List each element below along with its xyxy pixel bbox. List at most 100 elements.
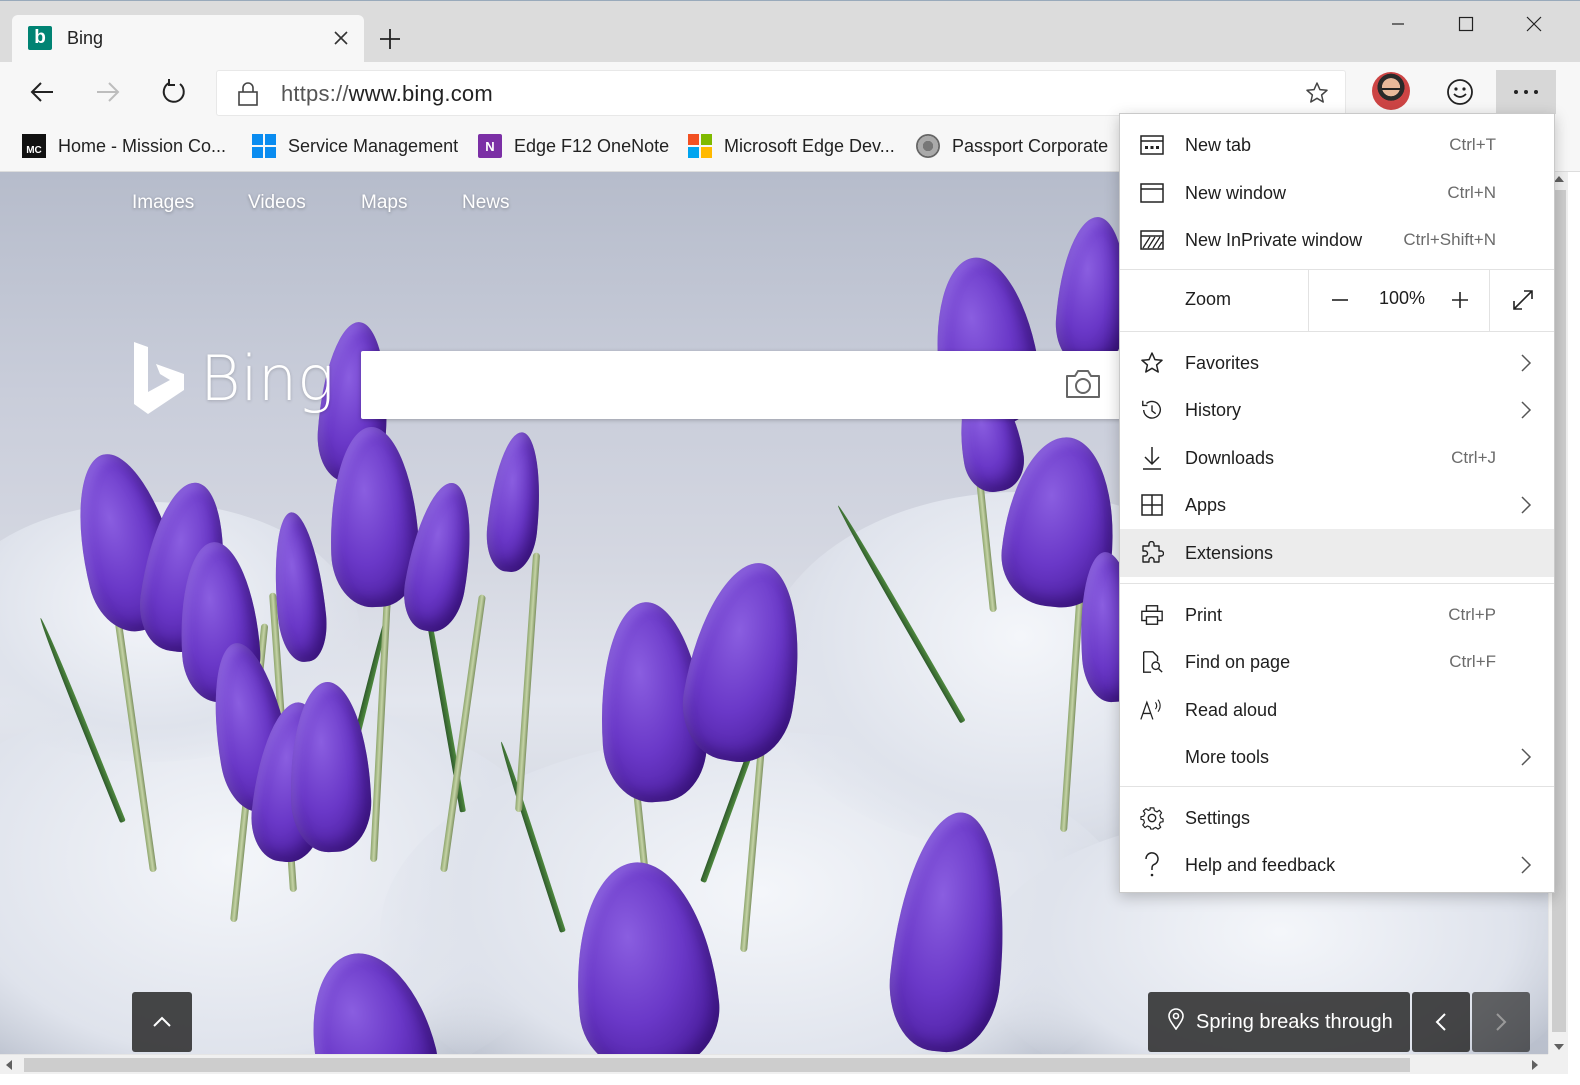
menu-item-read-aloud[interactable]: Read aloud xyxy=(1120,686,1554,734)
menu-item-history[interactable]: History xyxy=(1120,386,1554,434)
image-caption[interactable]: Spring breaks through xyxy=(1148,992,1410,1052)
add-favorite-star-icon[interactable] xyxy=(1305,81,1329,110)
url-text[interactable]: https://www.bing.com xyxy=(281,81,493,107)
close-icon[interactable] xyxy=(1500,3,1568,45)
tab-bing[interactable]: b Bing xyxy=(12,15,364,63)
favorite-link[interactable]: MC Home - Mission Co... xyxy=(22,132,226,160)
new-tab-button[interactable] xyxy=(372,21,408,57)
inprivate-icon xyxy=(1140,228,1164,252)
zoom-controls: Zoom 100% xyxy=(1120,269,1554,331)
favorite-link[interactable]: Service Management xyxy=(252,132,458,160)
settings-and-more-button[interactable] xyxy=(1496,70,1556,114)
bing-logo-text: Bing xyxy=(200,341,335,415)
menu-item-label: Print xyxy=(1185,605,1223,625)
chevron-right-icon xyxy=(1520,495,1532,520)
minimize-icon[interactable] xyxy=(1364,3,1432,45)
nav-images-link[interactable]: Images xyxy=(132,192,194,214)
favorite-link[interactable]: N Edge F12 OneNote xyxy=(478,132,669,160)
menu-separator xyxy=(1120,786,1554,787)
nav-videos-link[interactable]: Videos xyxy=(248,192,306,214)
lock-icon[interactable] xyxy=(237,82,259,111)
puzzle-icon xyxy=(1140,541,1164,565)
menu-item-shortcut: Ctrl+P xyxy=(1448,605,1496,624)
zoom-level: 100% xyxy=(1378,288,1426,308)
url-host: www.bing.com xyxy=(348,81,493,106)
menu-item-more-tools[interactable]: More tools xyxy=(1120,733,1554,781)
camera-search-icon[interactable] xyxy=(1063,367,1103,406)
scroll-up-chevron-icon[interactable] xyxy=(132,992,192,1052)
feedback-smiley-icon[interactable] xyxy=(1440,72,1480,112)
url-scheme: https:// xyxy=(281,81,349,106)
menu-item-help-and-feedback[interactable]: Help and feedback xyxy=(1120,841,1554,889)
fullscreen-expand-icon[interactable] xyxy=(1508,285,1538,315)
menu-item-label: Read aloud xyxy=(1185,700,1278,720)
favorite-link[interactable]: Microsoft Edge Dev... xyxy=(688,132,895,160)
back-arrow-icon[interactable] xyxy=(20,70,64,114)
horizontal-scroll-thumb[interactable] xyxy=(24,1058,1410,1072)
menu-item-label: History xyxy=(1185,400,1242,420)
onenote-icon: N xyxy=(478,134,502,158)
chevron-right-icon xyxy=(1520,747,1532,772)
favorite-link[interactable]: Passport Corporate xyxy=(916,132,1108,160)
tab-close-icon[interactable] xyxy=(328,25,354,51)
forward-arrow-icon[interactable] xyxy=(86,70,130,114)
menu-item-print[interactable]: Print Ctrl+P xyxy=(1120,591,1554,639)
menu-item-label: Extensions xyxy=(1185,543,1274,563)
chevron-right-icon xyxy=(1520,400,1532,425)
menu-item-shortcut: Ctrl+F xyxy=(1449,652,1496,671)
menu-item-shortcut: Ctrl+T xyxy=(1449,135,1496,154)
scroll-down-arrow-icon[interactable] xyxy=(1554,1044,1564,1050)
favorite-label: Microsoft Edge Dev... xyxy=(724,135,895,156)
tab-title: Bing xyxy=(67,28,104,48)
zoom-label: Zoom xyxy=(1185,289,1232,309)
help-icon xyxy=(1140,852,1164,877)
new-window-icon xyxy=(1140,181,1164,205)
scroll-right-arrow-icon[interactable] xyxy=(1532,1060,1538,1070)
bing-logo[interactable]: Bing xyxy=(130,340,334,416)
star-icon xyxy=(1140,351,1164,375)
download-icon xyxy=(1140,446,1164,470)
window-bottom-edge xyxy=(0,1074,1580,1085)
menu-item-shortcut: Ctrl+N xyxy=(1447,183,1496,202)
zoom-in-plus-icon[interactable] xyxy=(1445,285,1475,315)
menu-item-downloads[interactable]: Downloads Ctrl+J xyxy=(1120,434,1554,482)
menu-separator xyxy=(1120,331,1554,332)
menu-item-new-inprivate-window[interactable]: New InPrivate window Ctrl+Shift+N xyxy=(1120,216,1554,264)
menu-item-find-on-page[interactable]: Find on page Ctrl+F xyxy=(1120,638,1554,686)
new-tab-icon xyxy=(1140,133,1164,157)
menu-item-extensions[interactable]: Extensions xyxy=(1120,529,1554,577)
menu-item-new-tab[interactable]: New tab Ctrl+T xyxy=(1120,121,1554,169)
menu-item-label: Settings xyxy=(1185,808,1251,828)
history-icon xyxy=(1140,398,1164,422)
menu-item-shortcut: Ctrl+J xyxy=(1451,448,1496,467)
menu-item-label: More tools xyxy=(1185,747,1270,767)
chevron-right-icon xyxy=(1520,353,1532,378)
settings-and-more-menu: New tab Ctrl+T New window Ctrl+N New InP… xyxy=(1119,113,1555,893)
scroll-up-arrow-icon[interactable] xyxy=(1554,176,1564,182)
profile-avatar[interactable] xyxy=(1372,72,1410,110)
nav-maps-link[interactable]: Maps xyxy=(361,192,407,214)
next-image-chevron-icon[interactable] xyxy=(1472,992,1530,1052)
chevron-right-icon xyxy=(1520,855,1532,880)
favorite-label: Service Management xyxy=(288,135,459,156)
mission-control-icon: MC xyxy=(22,134,46,158)
bing-b-icon xyxy=(134,342,184,414)
nav-news-link[interactable]: News xyxy=(462,192,510,214)
refresh-icon[interactable] xyxy=(152,70,196,114)
zoom-out-minus-icon[interactable] xyxy=(1325,285,1355,315)
maximize-icon[interactable] xyxy=(1432,3,1500,45)
menu-separator xyxy=(1120,583,1554,584)
horizontal-scrollbar[interactable] xyxy=(0,1054,1548,1074)
address-bar[interactable]: https://www.bing.com xyxy=(216,70,1346,116)
scroll-left-arrow-icon[interactable] xyxy=(6,1060,12,1070)
menu-item-favorites[interactable]: Favorites xyxy=(1120,339,1554,387)
zoom-divider xyxy=(1489,269,1490,331)
menu-item-new-window[interactable]: New window Ctrl+N xyxy=(1120,169,1554,217)
zoom-divider xyxy=(1308,269,1309,331)
previous-image-chevron-icon[interactable] xyxy=(1412,992,1470,1052)
find-icon xyxy=(1140,650,1164,674)
gear-icon xyxy=(1140,806,1164,830)
menu-item-apps[interactable]: Apps xyxy=(1120,481,1554,529)
search-input[interactable] xyxy=(361,351,1131,419)
menu-item-settings[interactable]: Settings xyxy=(1120,794,1554,842)
